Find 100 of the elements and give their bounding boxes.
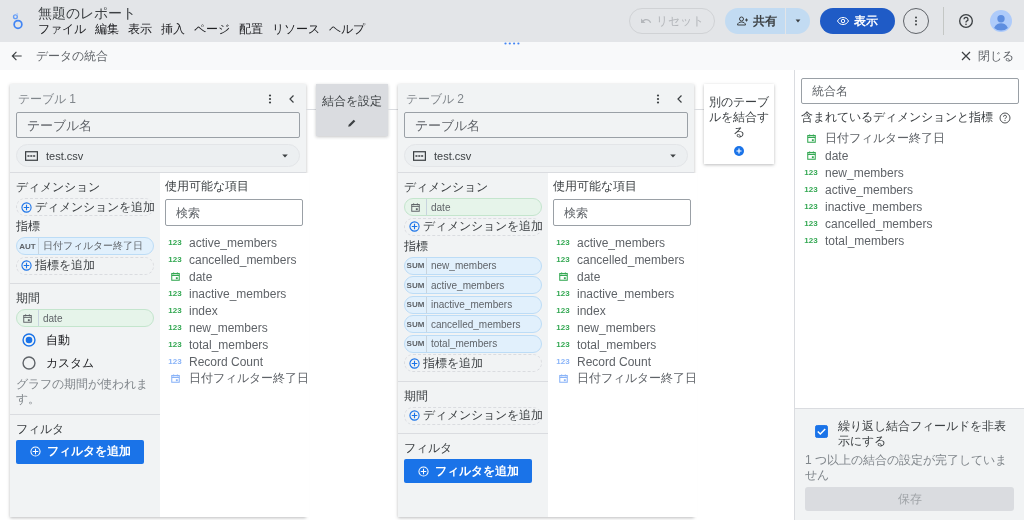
field-item: 123 active_members [803,181,915,198]
blend-name-field[interactable]: 統合名 [801,78,1019,104]
connector-line [306,109,316,110]
field-item[interactable]: 123 active_members [553,234,697,251]
radio-label[interactable]: 自動 [46,331,70,349]
connector-line [388,109,398,110]
add-table-button[interactable]: 別のテーブルを結合する [704,84,774,164]
share-button[interactable]: 共有 [725,8,810,34]
field-item[interactable]: 123 cancelled_members [553,251,697,268]
view-button[interactable]: 表示 [820,8,895,34]
section-label: ディメンション [16,180,101,195]
field-chip[interactable]: date [16,309,154,327]
eye-icon [837,15,849,27]
menu-item[interactable]: 編集 [95,22,119,37]
section-label: フィルタ [16,421,65,437]
field-item[interactable]: date [165,268,309,285]
section-label: フィルタ [404,441,453,456]
add-filter-button[interactable]: フィルタを追加 [404,459,532,483]
caret-icon[interactable] [794,17,802,25]
plus-circle-icon [417,465,429,477]
field-item: 123 inactive_members [803,198,924,215]
calendar-icon [558,374,568,383]
pencil-icon [347,117,357,128]
table-title: テーブル 2 [406,90,464,108]
checkbox-label[interactable]: 繰り返し結合フィールドを非表示にする [838,419,1014,449]
data-source-dropdown[interactable]: test.csv [16,144,300,167]
field-item[interactable]: 日付フィルター終了日 [553,370,697,387]
plus-circle-icon [21,201,32,213]
section-label: 指標 [404,238,429,254]
plus-circle-icon [21,260,32,271]
field-chip[interactable]: SUM inactive_members [404,295,542,314]
close-icon[interactable] [960,50,972,62]
section-label: 期間 [16,291,41,306]
aggregation-label[interactable]: AUT [19,241,36,251]
field-item[interactable]: 123 new_members [553,319,697,336]
aggregation-label[interactable]: SUM [406,280,425,290]
section-label: 使用可能な項目 [553,179,638,194]
field-item[interactable]: 123 index [165,302,309,319]
field-chip[interactable]: date [404,198,542,216]
field-item[interactable]: 123 inactive_members [165,285,309,302]
radio-button[interactable] [22,356,36,370]
checkbox[interactable] [815,425,828,438]
field-chip[interactable]: AUT 日付フィルター終了日 [16,237,154,255]
aggregation-label[interactable]: SUM [406,261,425,270]
table-name-field[interactable]: テーブル名 [16,112,300,138]
field-chip[interactable]: SUM new_members [404,256,542,275]
field-chip[interactable]: SUM total_members [404,334,542,353]
field-item[interactable]: 123 Record Count [553,353,697,370]
aggregation-label[interactable]: SUM [406,300,425,309]
section-label: 含まれているディメンションと指標 [801,109,993,126]
table-name-field[interactable]: テーブル名 [404,112,688,138]
help-icon[interactable] [958,13,974,29]
search-field[interactable]: 検索 [553,199,691,226]
calendar-icon [558,272,568,281]
search-field[interactable]: 検索 [165,199,303,226]
data-source-dropdown[interactable]: test.csv [404,144,688,167]
report-title[interactable]: 無題のレポート [38,5,365,22]
join-settings-button[interactable]: 結合を設定 [316,84,388,136]
plus-circle-icon [734,145,744,156]
plus-circle-icon [409,221,420,232]
radio-button[interactable] [22,333,36,347]
file-icon [413,150,426,161]
menu-item[interactable]: 配置 [239,22,263,37]
add-filter-button[interactable]: フィルタを追加 [16,439,144,464]
menu-item[interactable]: 表示 [128,22,152,37]
calendar-icon [170,272,180,281]
field-item[interactable]: date [553,268,697,285]
menu-item[interactable]: ページ [194,22,230,37]
field-item[interactable]: 123 total_members [165,336,309,353]
menu-item[interactable]: ヘルプ [329,22,365,37]
field-item[interactable]: 123 new_members [165,319,309,336]
file-icon [25,150,38,161]
field-item: 123 new_members [803,164,905,181]
field-item[interactable]: 123 cancelled_members [165,251,309,268]
calendar-icon [411,202,420,212]
menu-item[interactable]: ファイル [38,22,86,37]
field-item[interactable]: 123 inactive_members [553,285,697,302]
drag-handle-icon[interactable] [504,42,520,45]
person-add-icon [737,15,749,27]
panel-title: データの統合 [36,47,108,65]
field-item[interactable]: 123 total_members [553,336,697,353]
menu-item[interactable]: リソース [272,22,320,37]
field-item[interactable]: 123 Record Count [165,353,309,370]
field-chip[interactable]: SUM active_members [404,276,542,294]
radio-label[interactable]: カスタム [46,354,94,372]
section-label: ディメンション [404,180,489,195]
logo-icon [12,12,24,30]
field-item[interactable]: 123 active_members [165,234,309,251]
field-chip[interactable]: SUM cancelled_members [404,315,542,333]
field-item[interactable]: 123 index [553,302,697,319]
calendar-icon [806,134,816,143]
aggregation-label[interactable]: SUM [406,339,425,348]
aggregation-label[interactable]: SUM [406,319,425,329]
connector-line [694,109,704,110]
help-icon[interactable] [999,111,1011,124]
field-item[interactable]: 日付フィルター終了日 [165,370,309,387]
close-link[interactable]: 閉じる [978,47,1014,65]
menu-item[interactable]: 挿入 [161,22,185,37]
avatar-icon[interactable] [990,10,1012,32]
back-arrow-icon[interactable] [10,49,24,63]
